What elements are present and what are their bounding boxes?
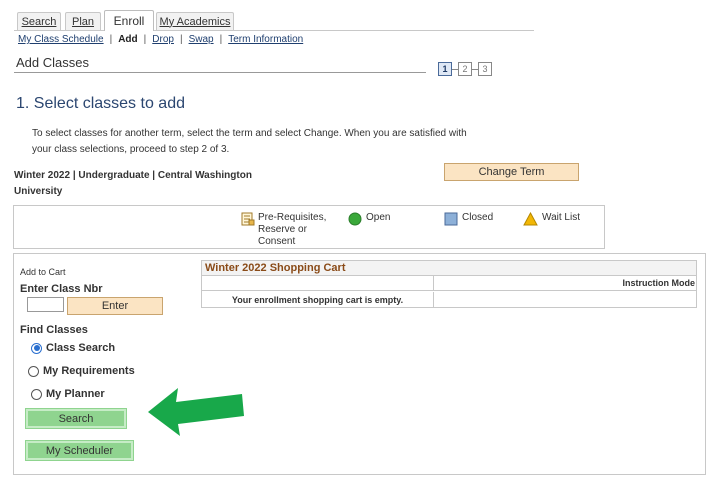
nav-drop[interactable]: Drop [152, 34, 174, 45]
cart-header-blank [202, 276, 433, 291]
cart-empty-cell [433, 292, 697, 308]
change-term-button[interactable]: Change Term [444, 163, 579, 181]
cart-title: Winter 2022 Shopping Cart [202, 261, 696, 276]
my-requirements-option[interactable]: My Requirements [28, 365, 135, 377]
step-indicator: 1 2 3 [438, 62, 492, 76]
tab-plan[interactable]: Plan [65, 12, 101, 30]
legend-wait-list-label: Wait List [542, 212, 580, 223]
status-legend: Pre-Requisites, Reserve or Consent Open … [13, 205, 605, 249]
legend-open-label: Open [366, 212, 391, 223]
my-planner-label: My Planner [46, 388, 105, 400]
wait-list-icon [523, 212, 538, 226]
add-to-cart-label: Add to Cart [20, 267, 66, 277]
enter-class-nbr-label: Enter Class Nbr [20, 283, 103, 295]
nav-my-class-schedule[interactable]: My Class Schedule [18, 34, 104, 45]
open-icon [348, 212, 362, 226]
legend-open: Open [348, 212, 390, 226]
tab-search-label: Search [21, 15, 57, 28]
instructions-text: To select classes for another term, sele… [32, 128, 467, 155]
tab-enroll[interactable]: Enroll [104, 10, 154, 31]
step-2: 2 [458, 62, 472, 76]
shopping-cart-table: Winter 2022 Shopping Cart Instruction Mo… [201, 260, 697, 308]
title-divider [14, 72, 426, 73]
nav-term-information[interactable]: Term Information [228, 34, 303, 45]
nav-swap[interactable]: Swap [189, 34, 214, 45]
section-heading: 1. Select classes to add [16, 95, 185, 112]
arrow-annotation-icon [148, 388, 244, 436]
class-search-label: Class Search [46, 342, 116, 354]
my-planner-option[interactable]: My Planner [31, 388, 105, 400]
legend-prereq: Pre-Requisites, Reserve or Consent [241, 212, 334, 248]
term-label: Winter 2022 | Undergraduate | Central Wa… [14, 170, 252, 197]
tab-my-academics[interactable]: My Academics [156, 12, 234, 30]
enter-button[interactable]: Enter [67, 297, 163, 315]
my-requirements-radio[interactable] [28, 365, 39, 377]
find-classes-label: Find Classes [20, 324, 88, 336]
prerequisites-icon [241, 212, 255, 226]
sub-navigation: My Class Schedule | Add | Drop | Swap | Term Inf… [18, 34, 303, 45]
tab-search[interactable]: Search [17, 12, 61, 30]
class-search-radio[interactable] [31, 342, 42, 354]
my-requirements-label: My Requirements [43, 365, 135, 377]
class-nbr-input[interactable] [27, 297, 64, 312]
step-3: 3 [478, 62, 492, 76]
nav-add: Add [118, 34, 138, 45]
nav-separator: | [219, 34, 223, 45]
closed-icon [444, 212, 458, 226]
nav-separator: | [143, 34, 147, 45]
tab-enroll-label: Enroll [113, 14, 145, 28]
my-scheduler-button[interactable]: My Scheduler [25, 440, 134, 461]
legend-closed-label: Closed [462, 212, 494, 223]
page-title: Add Classes [16, 55, 89, 70]
tab-plan-label: Plan [71, 15, 95, 28]
cart-header-instruction-mode: Instruction Mode [433, 276, 697, 291]
search-button[interactable]: Search [25, 408, 127, 429]
tab-divider [14, 30, 534, 31]
class-search-option[interactable]: Class Search [31, 342, 115, 354]
step-1: 1 [438, 62, 452, 76]
tab-my-academics-label: My Academics [159, 15, 231, 28]
nav-separator: | [109, 34, 113, 45]
legend-closed: Closed [444, 212, 493, 226]
nav-separator: | [179, 34, 183, 45]
legend-prereq-label: Pre-Requisites, Reserve or Consent [258, 212, 327, 247]
my-planner-radio[interactable] [31, 388, 42, 400]
cart-empty-message: Your enrollment shopping cart is empty. [231, 295, 404, 305]
legend-wait-list: Wait List [523, 212, 580, 226]
